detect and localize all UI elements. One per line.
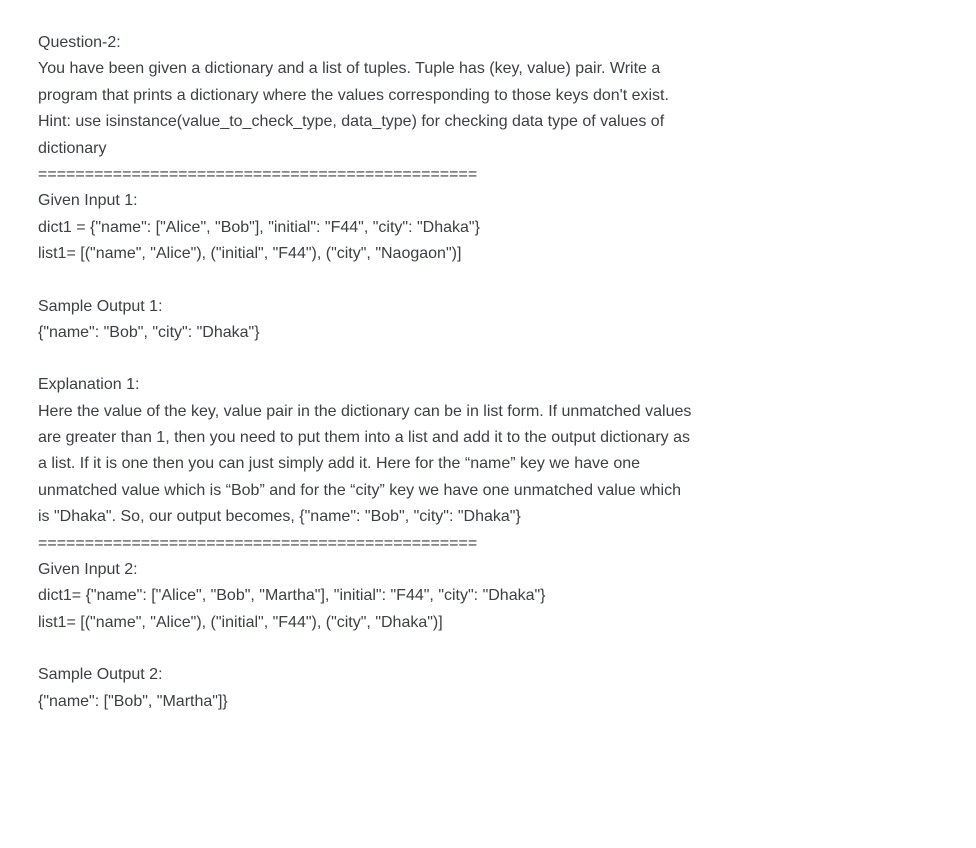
blank-line <box>38 268 938 294</box>
hint-text-line: Hint: use isinstance(value_to_check_type… <box>38 109 938 135</box>
explanation-1-label: Explanation 1: <box>38 372 938 398</box>
sample-output-1-label: Sample Output 1: <box>38 294 938 320</box>
sample-output-2-value: {"name": ["Bob", "Martha"]} <box>38 689 938 715</box>
explanation-1-line: a list. If it is one then you can just s… <box>38 451 938 477</box>
explanation-1-line: Here the value of the key, value pair in… <box>38 399 938 425</box>
explanation-1-line: unmatched value which is “Bob” and for t… <box>38 478 938 504</box>
hint-text-line: dictionary <box>38 136 938 162</box>
explanation-1-line: is "Dhaka". So, our output becomes, {"na… <box>38 504 938 530</box>
divider-line: ========================================… <box>38 531 938 557</box>
explanation-1-line: are greater than 1, then you need to put… <box>38 425 938 451</box>
input-2-dict: dict1= {"name": ["Alice", "Bob", "Martha… <box>38 583 938 609</box>
given-input-1-label: Given Input 1: <box>38 188 938 214</box>
question-document: Question-2: You have been given a dictio… <box>38 30 938 715</box>
prompt-text-line: program that prints a dictionary where t… <box>38 83 938 109</box>
blank-line <box>38 636 938 662</box>
input-1-list: list1= [("name", "Alice"), ("initial", "… <box>38 241 938 267</box>
question-label: Question-2: <box>38 30 938 56</box>
prompt-text-line: You have been given a dictionary and a l… <box>38 56 938 82</box>
given-input-2-label: Given Input 2: <box>38 557 938 583</box>
divider-line: ========================================… <box>38 162 938 188</box>
sample-output-1-value: {"name": "Bob", "city": "Dhaka"} <box>38 320 938 346</box>
sample-output-2-label: Sample Output 2: <box>38 662 938 688</box>
input-1-dict: dict1 = {"name": ["Alice", "Bob"], "init… <box>38 215 938 241</box>
input-2-list: list1= [("name", "Alice"), ("initial", "… <box>38 610 938 636</box>
blank-line <box>38 346 938 372</box>
